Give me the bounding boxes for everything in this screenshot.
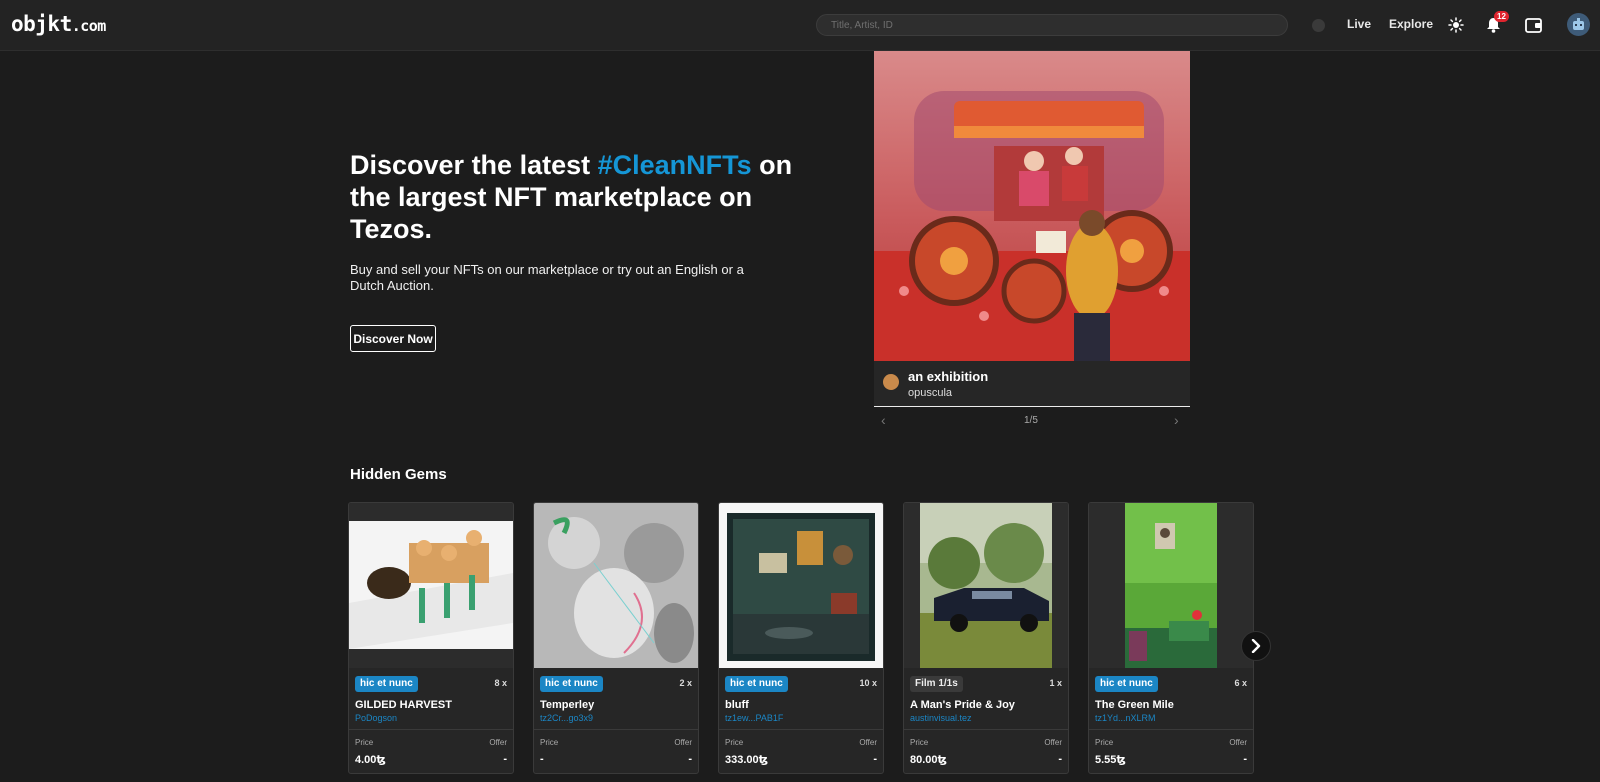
price-value: 5.55ꜩ (1095, 754, 1126, 766)
artist-avatar[interactable] (883, 374, 899, 390)
featured-artwork-card[interactable]: an exhibition opuscula (874, 51, 1190, 407)
offer-value: - (688, 753, 692, 765)
nft-title[interactable]: GILDED HARVEST (355, 699, 505, 711)
nft-thumbnail[interactable] (349, 503, 513, 668)
collection-tag[interactable]: Film 1/1s (910, 676, 963, 692)
price-label: Price (1095, 738, 1114, 747)
offer-label: Offer (1229, 738, 1247, 747)
card-divider (1089, 729, 1253, 730)
price-value: 80.00ꜩ (910, 754, 947, 766)
price-value: 333.00ꜩ (725, 754, 769, 766)
offer-label: Offer (1044, 738, 1062, 747)
editions-count: 10 x (859, 678, 877, 688)
nft-thumbnail[interactable] (904, 503, 1068, 668)
price-value: - (540, 753, 544, 765)
editions-count: 6 x (1234, 678, 1247, 688)
nft-artist[interactable]: PoDogson (355, 713, 397, 723)
logo-suffix: .com (71, 17, 107, 35)
nft-artist[interactable]: tz2Cr...go3x9 (540, 713, 593, 723)
nav-explore[interactable]: Explore (1389, 17, 1433, 31)
collection-tag[interactable]: hic et nunc (1095, 676, 1158, 692)
offer-label: Offer (859, 738, 877, 747)
carousel-pager: 1/5 (1024, 415, 1038, 426)
gems-next-button[interactable] (1241, 631, 1271, 661)
discover-now-button[interactable]: Discover Now (350, 325, 436, 352)
price-value: 4.00ꜩ (355, 754, 386, 766)
card-divider (904, 729, 1068, 730)
sun-icon (1448, 17, 1464, 33)
nft-card[interactable]: hic et nunc 10 x bluff tz1ew...PAB1F Pri… (718, 502, 884, 774)
editions-count: 8 x (494, 678, 507, 688)
hero-title: Discover the latest #CleanNFTs on the la… (350, 149, 800, 245)
nft-title[interactable]: Temperley (540, 699, 690, 711)
offer-value: - (1243, 753, 1247, 765)
nft-title[interactable]: bluff (725, 699, 875, 711)
nft-thumbnail[interactable] (534, 503, 698, 668)
chevron-right-icon (1251, 639, 1261, 653)
collection-tag[interactable]: hic et nunc (725, 676, 788, 692)
featured-title[interactable]: an exhibition (908, 369, 988, 384)
featured-artist[interactable]: opuscula (908, 387, 952, 399)
hero-subtitle: Buy and sell your NFTs on our marketplac… (350, 262, 744, 293)
user-avatar[interactable] (1567, 13, 1590, 36)
notification-badge: 12 (1494, 11, 1509, 22)
carousel-prev-button[interactable]: ‹ (881, 412, 886, 428)
price-label: Price (725, 738, 744, 747)
hero-title-start: Discover the latest (350, 150, 598, 180)
search-input[interactable] (816, 14, 1288, 36)
nft-artist[interactable]: tz1ew...PAB1F (725, 713, 783, 723)
top-navbar: objkt.com Live Explore 12 (0, 0, 1600, 51)
card-divider (534, 729, 698, 730)
price-label: Price (540, 738, 559, 747)
nft-artist[interactable]: tz1Yd...nXLRM (1095, 713, 1156, 723)
nft-card[interactable]: Film 1/1s 1 x A Man's Pride & Joy austin… (903, 502, 1069, 774)
wallet-icon (1524, 17, 1542, 33)
nft-card[interactable]: hic et nunc 6 x The Green Mile tz1Yd...n… (1088, 502, 1254, 774)
featured-artwork-image[interactable] (874, 51, 1190, 361)
offer-label: Offer (489, 738, 507, 747)
price-label: Price (355, 738, 374, 747)
logo-text: objkt (11, 12, 72, 36)
nft-card[interactable]: hic et nunc 8 x GILDED HARVEST PoDogson … (348, 502, 514, 774)
card-divider (349, 729, 513, 730)
offer-value: - (1058, 753, 1062, 765)
avatar-icon (1573, 18, 1584, 30)
notifications-button[interactable]: 12 (1482, 11, 1509, 36)
status-toggle[interactable] (1312, 19, 1325, 32)
price-label: Price (910, 738, 929, 747)
offer-value: - (503, 753, 507, 765)
carousel-next-button[interactable]: › (1174, 412, 1179, 428)
nft-card[interactable]: hic et nunc 2 x Temperley tz2Cr...go3x9 … (533, 502, 699, 774)
wallet-button[interactable] (1522, 14, 1544, 36)
collection-tag[interactable]: hic et nunc (540, 676, 603, 692)
offer-value: - (873, 753, 877, 765)
nav-live[interactable]: Live (1347, 17, 1371, 31)
featured-info: an exhibition opuscula (874, 361, 1190, 406)
card-divider (719, 729, 883, 730)
offer-label: Offer (674, 738, 692, 747)
nft-title[interactable]: The Green Mile (1095, 699, 1245, 711)
theme-toggle-button[interactable] (1445, 14, 1467, 36)
nft-title[interactable]: A Man's Pride & Joy (910, 699, 1060, 711)
hidden-gems-title: Hidden Gems (350, 466, 447, 483)
collection-tag[interactable]: hic et nunc (355, 676, 418, 692)
hero-title-highlight[interactable]: #CleanNFTs (598, 150, 752, 180)
editions-count: 1 x (1049, 678, 1062, 688)
site-logo[interactable]: objkt.com (11, 12, 106, 36)
nft-artist[interactable]: austinvisual.tez (910, 713, 972, 723)
editions-count: 2 x (679, 678, 692, 688)
nft-thumbnail[interactable] (1089, 503, 1253, 668)
nft-thumbnail[interactable] (719, 503, 883, 668)
